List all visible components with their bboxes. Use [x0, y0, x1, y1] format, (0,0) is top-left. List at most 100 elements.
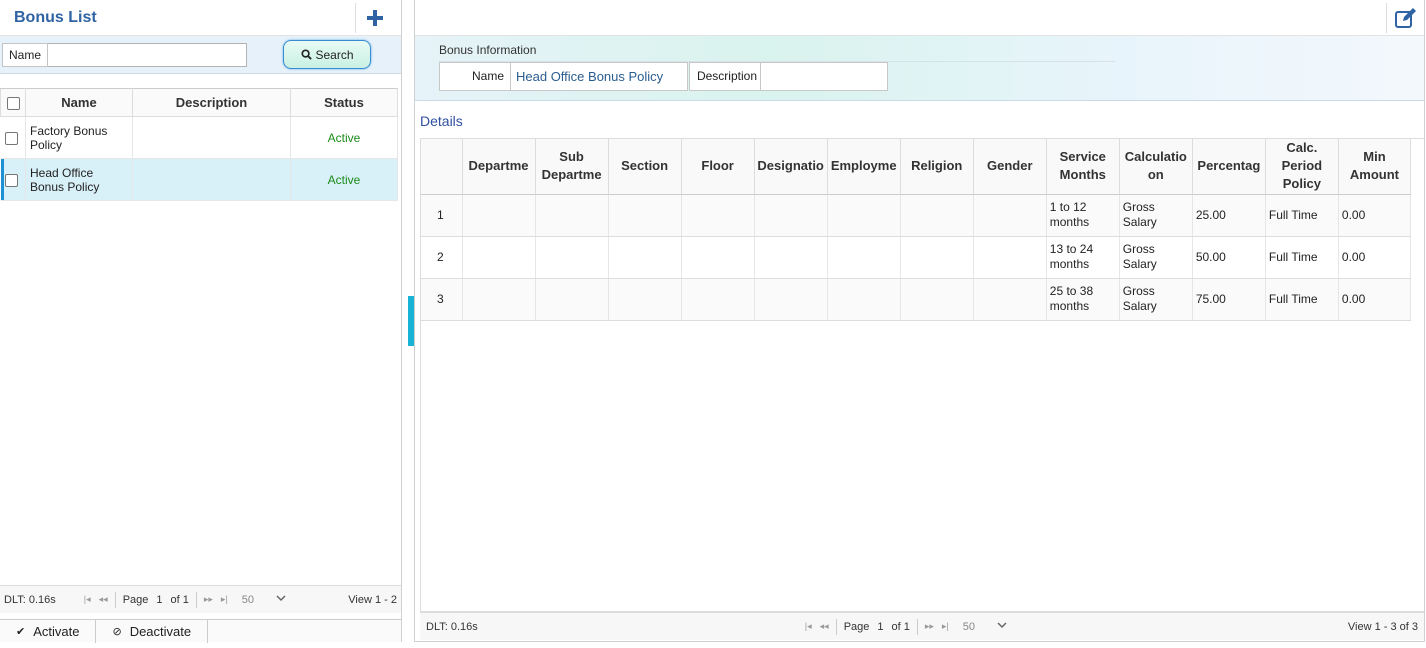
name-label: Name — [439, 62, 511, 91]
page-number-input[interactable]: 1 — [156, 594, 162, 606]
list-pager: DLT: 0.16s |◂ ◂◂ Page 1 of 1 ▸▸ ▸| 50 Vi… — [0, 585, 401, 613]
search-button[interactable]: Search — [283, 40, 372, 69]
cell-gender — [973, 236, 1047, 279]
column-header-department[interactable]: Departme — [462, 139, 536, 195]
table-row[interactable]: 1 1 to 12 months Gross Salary 25.00 Full… — [421, 194, 1412, 237]
name-value[interactable]: Head Office Bonus Policy — [511, 62, 688, 91]
rows-per-page-value: 50 — [962, 620, 976, 633]
cell-section — [608, 236, 682, 279]
row-checkbox-cell — [0, 116, 26, 159]
activate-button[interactable]: ✔ Activate — [0, 620, 97, 643]
section-title: Bonus Information — [439, 43, 537, 57]
description-field: Description — [689, 62, 888, 91]
cell-calculation: Gross Salary — [1119, 278, 1193, 321]
cell-sub-department — [535, 194, 609, 237]
column-header-designation[interactable]: Designatio — [754, 139, 828, 195]
column-header-calc-period-policy[interactable]: Calc. Period Policy — [1265, 139, 1339, 195]
cell-min-amount: 0.00 — [1338, 194, 1412, 237]
column-header-status[interactable]: Status — [290, 88, 398, 117]
cell-sub-department — [535, 278, 609, 321]
cell-section — [608, 194, 682, 237]
row-checkbox-cell — [0, 158, 26, 201]
last-page-icon[interactable]: ▸| — [942, 621, 949, 632]
column-header-index — [421, 139, 463, 195]
bonus-detail-panel: Bonus Information Name Head Office Bonus… — [414, 0, 1425, 642]
cell-designation — [754, 194, 828, 237]
row-checkbox[interactable] — [4, 131, 18, 145]
table-row[interactable]: Head Office Bonus Policy Active — [0, 158, 398, 201]
activate-label: Activate — [33, 624, 80, 639]
dlt-timing: DLT: 0.16s — [4, 593, 56, 606]
table-row[interactable]: 3 25 to 38 months Gross Salary 75.00 Ful… — [421, 278, 1412, 321]
page-number-input[interactable]: 1 — [877, 621, 883, 633]
table-row[interactable]: Factory Bonus Policy Active — [0, 116, 398, 159]
cell-calc-period-policy: Full Time — [1265, 236, 1339, 279]
cell-min-amount: 0.00 — [1338, 278, 1412, 321]
description-label: Description — [689, 62, 761, 91]
column-header-service-months[interactable]: Service Months — [1046, 139, 1120, 195]
column-header-employment[interactable]: Employme — [827, 139, 901, 195]
cell-employment — [827, 278, 901, 321]
prev-page-icon[interactable]: ◂◂ — [99, 594, 108, 605]
details-pager: DLT: 0.16s |◂ ◂◂ Page 1 of 1 ▸▸ ▸| 50 Vi… — [420, 612, 1424, 640]
row-checkbox[interactable] — [4, 173, 18, 187]
column-header-min-amount[interactable]: Min Amount — [1338, 139, 1412, 195]
bonus-information-section: Bonus Information Name Head Office Bonus… — [415, 36, 1424, 101]
column-header-gender[interactable]: Gender — [973, 139, 1047, 195]
cell-service-months: 13 to 24 months — [1046, 236, 1120, 279]
page-title: Bonus List — [14, 8, 97, 26]
row-description — [132, 158, 291, 201]
column-header-description[interactable]: Description — [132, 88, 291, 117]
search-name-input[interactable] — [48, 42, 248, 67]
column-header-percentage[interactable]: Percentag — [1192, 139, 1266, 195]
check-icon: ✔ — [16, 626, 26, 638]
pager-controls: |◂ ◂◂ Page 1 of 1 ▸▸ ▸| 50 — [801, 618, 1007, 635]
dlt-timing: DLT: 0.16s — [426, 620, 478, 633]
cell-department — [462, 278, 536, 321]
last-page-icon[interactable]: ▸| — [221, 594, 228, 605]
next-page-icon[interactable]: ▸▸ — [204, 594, 213, 605]
next-page-icon[interactable]: ▸▸ — [925, 621, 934, 632]
column-header-sub-department[interactable]: Sub Departme — [535, 139, 609, 195]
search-name-label: Name — [2, 42, 49, 67]
description-value[interactable] — [761, 62, 888, 91]
rows-per-page-select[interactable]: 50 — [959, 621, 1007, 633]
chevron-down-icon — [997, 621, 1007, 628]
column-header-section[interactable]: Section — [608, 139, 682, 195]
deactivate-button[interactable]: ⊘ Deactivate — [96, 620, 209, 643]
pager-controls: |◂ ◂◂ Page 1 of 1 ▸▸ ▸| 50 — [80, 591, 286, 608]
row-name: Head Office Bonus Policy — [25, 158, 133, 201]
row-index: 1 — [421, 194, 463, 237]
view-range: View 1 - 2 — [348, 593, 397, 606]
cell-department — [462, 236, 536, 279]
table-row[interactable]: 2 13 to 24 months Gross Salary 50.00 Ful… — [421, 236, 1412, 279]
page-label: Page — [843, 620, 870, 633]
cell-employment — [827, 194, 901, 237]
cell-gender — [973, 194, 1047, 237]
cell-percentage: 25.00 — [1192, 194, 1266, 237]
column-header-floor[interactable]: Floor — [681, 139, 755, 195]
cell-percentage: 50.00 — [1192, 236, 1266, 279]
action-bar: ✔ Activate ⊘ Deactivate — [0, 619, 401, 643]
status-badge: Active — [290, 158, 398, 201]
column-header-calculation[interactable]: Calculatio on — [1119, 139, 1193, 195]
add-button[interactable] — [355, 2, 393, 33]
edit-button[interactable] — [1386, 3, 1424, 33]
plus-icon — [366, 9, 383, 26]
select-all-checkbox[interactable] — [6, 97, 20, 111]
edit-icon — [1394, 8, 1416, 28]
column-header-religion[interactable]: Religion — [900, 139, 974, 195]
detail-header — [415, 0, 1424, 36]
cell-floor — [681, 236, 755, 279]
prev-page-icon[interactable]: ◂◂ — [820, 621, 829, 632]
name-field: Name Head Office Bonus Policy — [439, 62, 688, 91]
first-page-icon[interactable]: |◂ — [805, 621, 812, 632]
cell-calculation: Gross Salary — [1119, 194, 1193, 237]
cell-floor — [681, 278, 755, 321]
search-icon — [300, 49, 312, 60]
rows-per-page-value: 50 — [241, 593, 255, 606]
rows-per-page-select[interactable]: 50 — [238, 594, 286, 606]
column-header-name[interactable]: Name — [25, 88, 133, 117]
first-page-icon[interactable]: |◂ — [84, 594, 91, 605]
cell-religion — [900, 278, 974, 321]
